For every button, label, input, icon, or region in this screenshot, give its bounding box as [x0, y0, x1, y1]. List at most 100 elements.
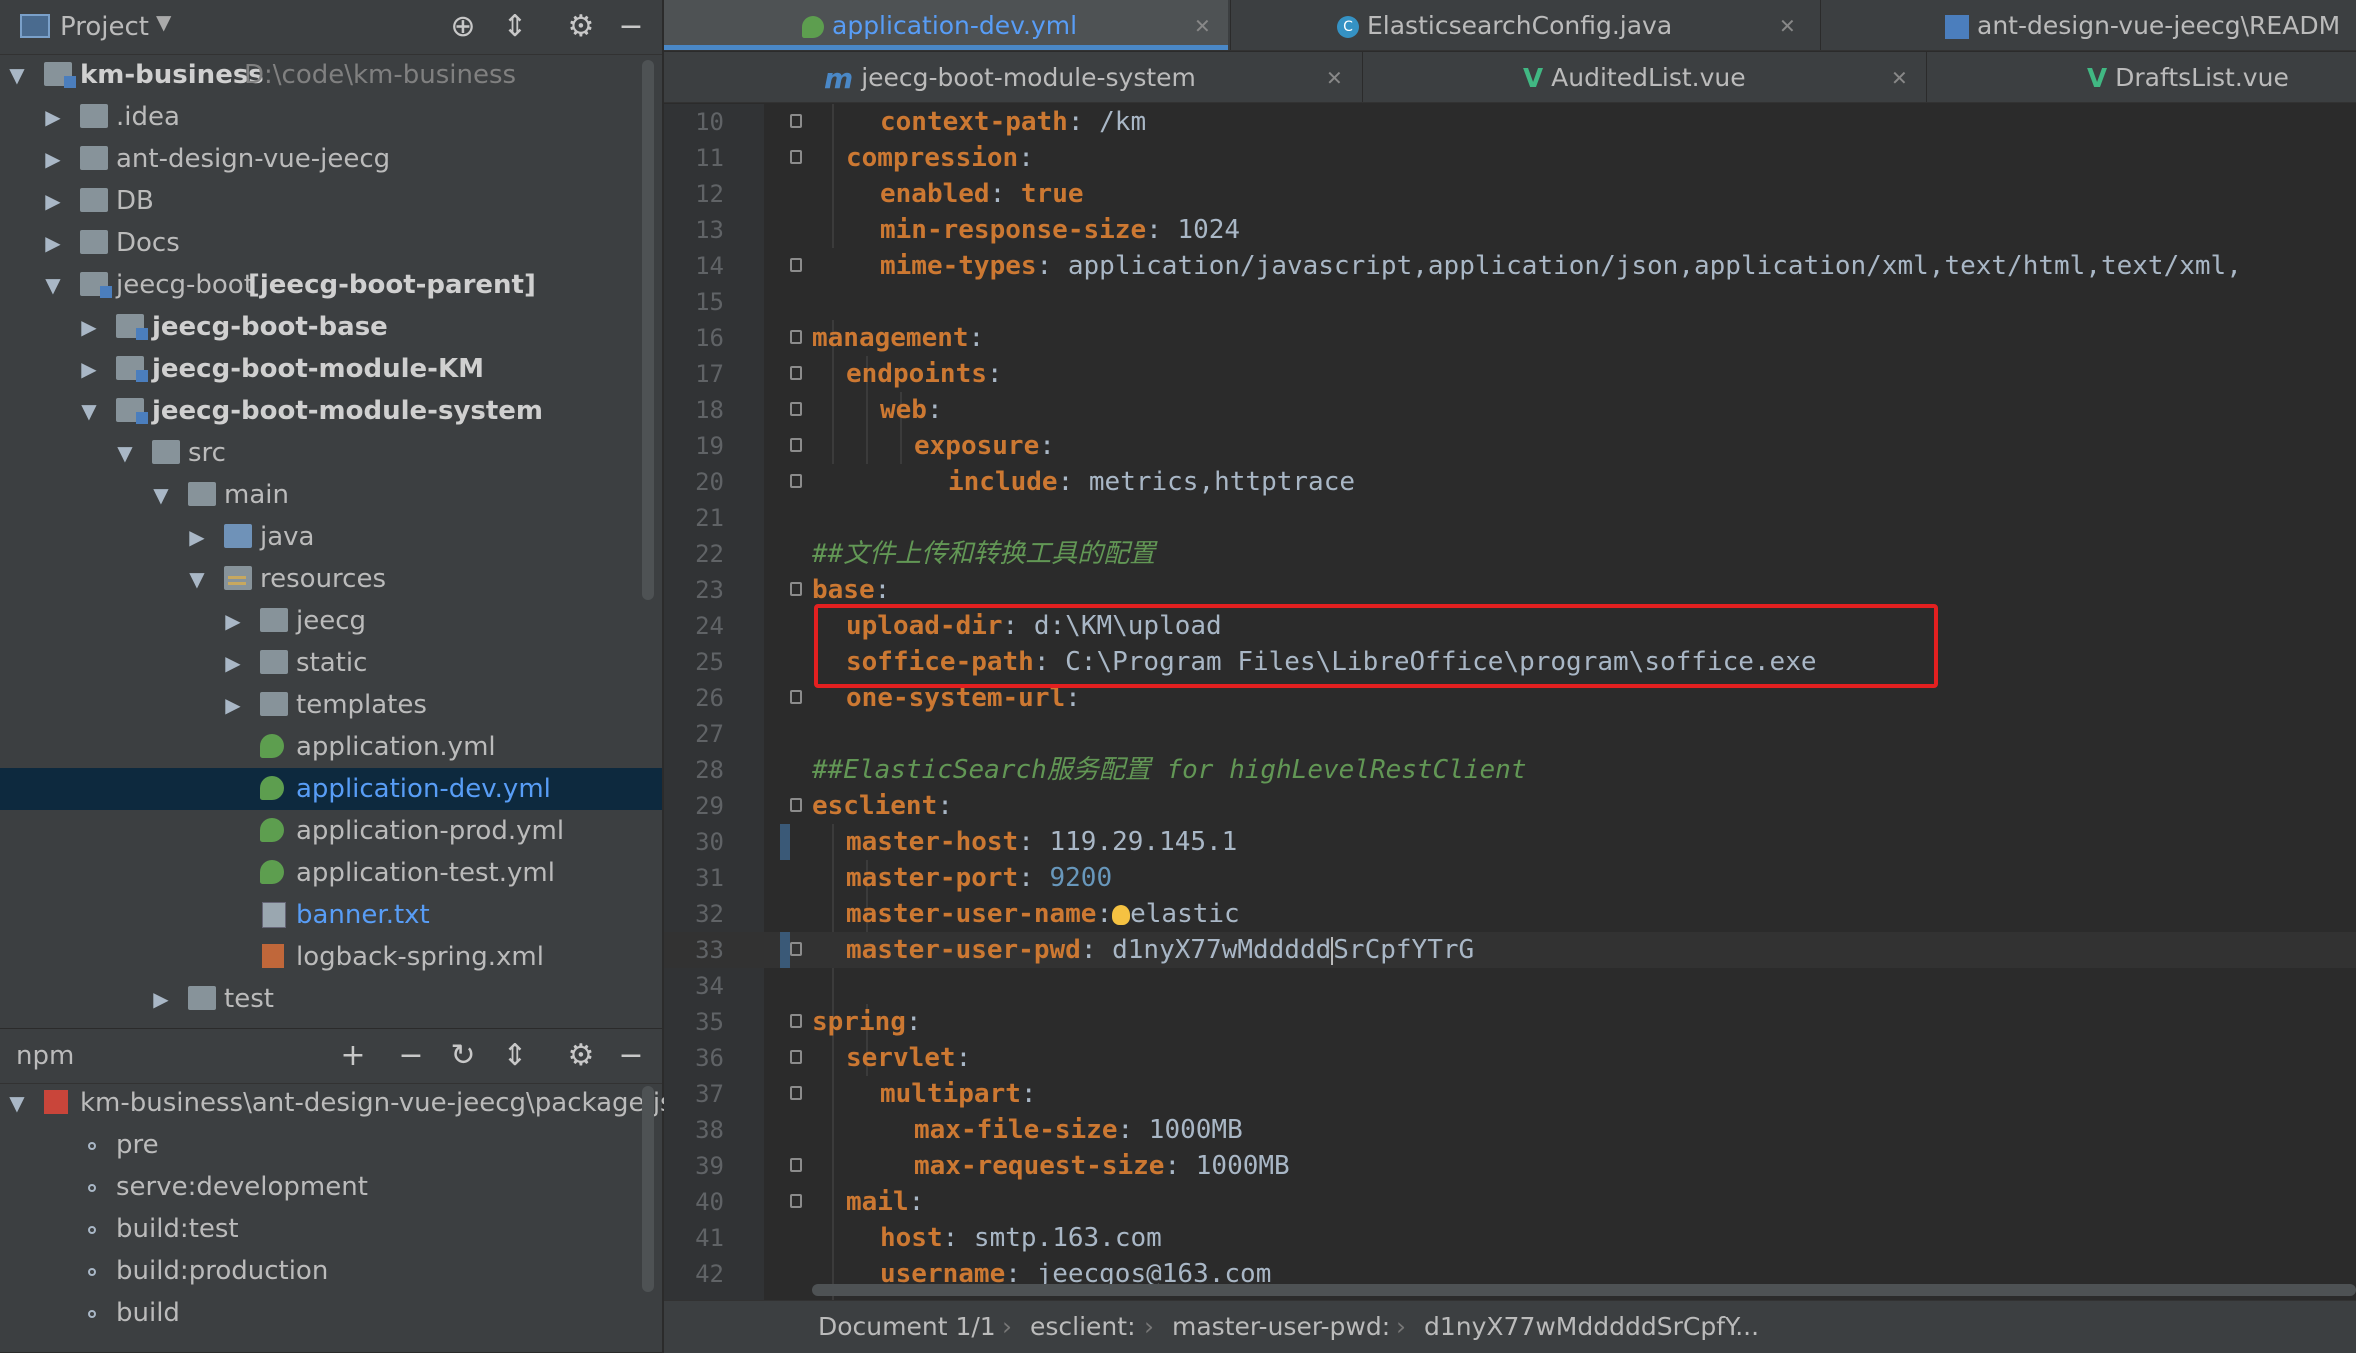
spring-leaf-icon	[260, 734, 284, 758]
tree-item[interactable]: ▶ ant-design-vue-jeecg	[0, 138, 662, 180]
add-icon[interactable]: +	[334, 1037, 372, 1075]
tree-item[interactable]: ▼ km-business D:\code\km-business	[0, 54, 662, 96]
collapse-all-icon[interactable]: ⇕	[496, 8, 534, 46]
expand-arrow-icon[interactable]: ▶	[222, 642, 244, 684]
expand-arrow-icon[interactable]: ▶	[186, 516, 208, 558]
minimize-icon[interactable]: −	[612, 1037, 650, 1075]
fold-marker-icon[interactable]	[790, 1194, 802, 1208]
fold-marker-icon[interactable]	[790, 1050, 802, 1064]
project-panel-title[interactable]: Project	[60, 12, 149, 42]
tree-item[interactable]: ▶ static	[0, 642, 662, 684]
expand-arrow-icon[interactable]: ▶	[78, 348, 100, 390]
fold-marker-icon[interactable]	[790, 942, 802, 956]
tab-audited-list[interactable]: V AuditedList.vue ✕	[1362, 52, 1925, 102]
change-marker	[780, 824, 790, 860]
tree-item[interactable]: ▼ resources	[0, 558, 662, 600]
expand-arrow-icon[interactable]: ▶	[222, 600, 244, 642]
close-icon[interactable]: ✕	[1779, 0, 1796, 50]
code-editor[interactable]: 10 context-path: /km 11 compression: 12 ena…	[664, 104, 2356, 1300]
tree-item[interactable]: ▶ jeecg	[0, 600, 662, 642]
tab-elasticsearch-config[interactable]: C ElasticsearchConfig.java ✕	[1230, 0, 1819, 50]
close-icon[interactable]: ✕	[1326, 52, 1343, 102]
expand-arrow-icon[interactable]: ▼	[78, 390, 100, 432]
breadcrumb-document[interactable]: Document 1/1	[818, 1301, 996, 1353]
tree-item[interactable]: logback-spring.xml	[0, 936, 662, 978]
tree-item[interactable]: application.yml	[0, 726, 662, 768]
project-scrollbar[interactable]	[642, 60, 654, 600]
tree-item[interactable]: ▶ test	[0, 978, 662, 1020]
fold-marker-icon[interactable]	[790, 330, 802, 344]
expand-arrow-icon[interactable]: ▶	[42, 180, 64, 222]
npm-script-item[interactable]: build:production	[0, 1250, 662, 1292]
gear-icon[interactable]: ⚙	[562, 1037, 600, 1075]
npm-package-item[interactable]: ▼ km-business\ant-design-vue-jeecg\packa…	[0, 1082, 706, 1124]
fold-marker-icon[interactable]	[790, 438, 802, 452]
npm-scrollbar[interactable]	[642, 1086, 654, 1292]
npm-script-item[interactable]: serve:development	[0, 1166, 662, 1208]
tab-drafts-list[interactable]: V DraftsList.vue	[1926, 52, 2356, 102]
fold-marker-icon[interactable]	[790, 690, 802, 704]
fold-marker-icon[interactable]	[790, 474, 802, 488]
refresh-icon[interactable]: ↻	[444, 1037, 482, 1075]
tree-item[interactable]: ▶ java	[0, 516, 662, 558]
tree-item[interactable]: ▼ jeecg-boot [jeecg-boot-parent]	[0, 264, 662, 306]
breadcrumb-item[interactable]: master-user-pwd:	[1172, 1301, 1390, 1353]
npm-script-item[interactable]: build	[0, 1292, 662, 1334]
remove-icon[interactable]: −	[392, 1037, 430, 1075]
tab-jeecg-boot-module-system[interactable]: m jeecg-boot-module-system ✕	[664, 52, 1360, 102]
breadcrumb-item[interactable]: esclient:	[1030, 1301, 1136, 1353]
expand-arrow-icon[interactable]: ▼	[6, 54, 28, 96]
minimize-icon[interactable]: −	[612, 8, 650, 46]
npm-script-item[interactable]: pre	[0, 1124, 662, 1166]
expand-arrow-icon[interactable]: ▶	[42, 96, 64, 138]
fold-marker-icon[interactable]	[790, 1014, 802, 1028]
code-line: 31 master-port: 9200	[695, 863, 1113, 893]
tree-item[interactable]: ▼ main	[0, 474, 662, 516]
fold-marker-icon[interactable]	[790, 1158, 802, 1172]
expand-arrow-icon[interactable]: ▼	[186, 558, 208, 600]
expand-arrow-icon[interactable]: ▼	[42, 264, 64, 306]
expand-arrow-icon[interactable]: ▶	[78, 306, 100, 348]
tree-item[interactable]: ▶ jeecg-boot-module-KM	[0, 348, 662, 390]
fold-marker-icon[interactable]	[790, 150, 802, 164]
tree-item[interactable]: application-test.yml	[0, 852, 662, 894]
bullet-icon	[88, 1142, 96, 1150]
tab-application-dev[interactable]: application-dev.yml ✕	[664, 0, 1228, 50]
project-icon	[20, 14, 50, 38]
breadcrumb-item[interactable]: d1nyX77wMdddddSrCpfY...	[1424, 1301, 1759, 1353]
tree-item[interactable]: ▶ .idea	[0, 96, 662, 138]
fold-marker-icon[interactable]	[790, 258, 802, 272]
expand-arrow-icon[interactable]: ▼	[114, 432, 136, 474]
gear-icon[interactable]: ⚙	[562, 8, 600, 46]
tree-item[interactable]: ▶ Docs	[0, 222, 662, 264]
tree-item-selected[interactable]: application-dev.yml	[0, 768, 662, 810]
tree-item[interactable]: ▼ src	[0, 432, 662, 474]
lightbulb-icon[interactable]	[1112, 904, 1131, 925]
collapse-all-icon[interactable]: ⇕	[496, 1037, 534, 1075]
expand-arrow-icon[interactable]: ▶	[42, 222, 64, 264]
fold-marker-icon[interactable]	[790, 402, 802, 416]
tree-item[interactable]: ▼ jeecg-boot-module-system	[0, 390, 662, 432]
tree-item[interactable]: banner.txt	[0, 894, 662, 936]
locate-icon[interactable]: ⊕	[444, 8, 482, 46]
tab-readme[interactable]: ant-design-vue-jeecg\READM	[1820, 0, 2356, 50]
close-icon[interactable]: ✕	[1194, 0, 1211, 45]
expand-arrow-icon[interactable]: ▼	[150, 474, 172, 516]
fold-marker-icon[interactable]	[790, 798, 802, 812]
npm-script-item[interactable]: build:test	[0, 1208, 662, 1250]
fold-marker-icon[interactable]	[790, 582, 802, 596]
fold-marker-icon[interactable]	[790, 114, 802, 128]
chevron-down-icon[interactable]: ▼	[156, 10, 171, 34]
expand-arrow-icon[interactable]: ▶	[42, 138, 64, 180]
tree-item[interactable]: application-prod.yml	[0, 810, 662, 852]
expand-arrow-icon[interactable]: ▼	[6, 1082, 28, 1124]
tree-item[interactable]: ▶ DB	[0, 180, 662, 222]
fold-marker-icon[interactable]	[790, 366, 802, 380]
close-icon[interactable]: ✕	[1891, 52, 1908, 102]
tree-item[interactable]: ▶ jeecg-boot-base	[0, 306, 662, 348]
tree-item[interactable]: ▶ templates	[0, 684, 662, 726]
fold-marker-icon[interactable]	[790, 1086, 802, 1100]
horizontal-scrollbar[interactable]	[812, 1284, 2356, 1296]
expand-arrow-icon[interactable]: ▶	[150, 978, 172, 1020]
expand-arrow-icon[interactable]: ▶	[222, 684, 244, 726]
